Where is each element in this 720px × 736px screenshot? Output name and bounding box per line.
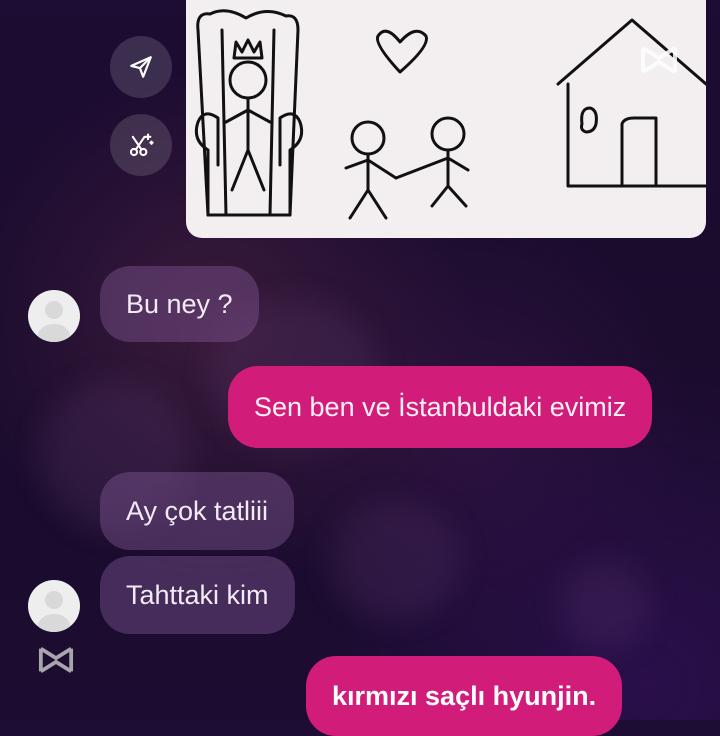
avatar-placeholder-icon [38, 591, 70, 632]
background-bokeh [560, 560, 650, 650]
share-button[interactable] [110, 36, 172, 98]
message-incoming[interactable]: Tahttaki kim [100, 556, 295, 634]
capcut-logo-icon [641, 46, 677, 74]
message-outgoing[interactable]: kırmızı saçlı hyunjin. [306, 656, 623, 736]
drawing-illustration [194, 9, 706, 220]
message-text: kırmızı saçlı hyunjin. [332, 680, 597, 711]
edit-button[interactable] [110, 114, 172, 176]
paper-plane-icon [130, 56, 152, 78]
shared-drawing-image[interactable] [186, 0, 706, 238]
message-text: Tahttaki kim [126, 579, 269, 610]
message-text: Sen ben ve İstanbuldaki evimiz [254, 391, 627, 422]
message-text: Ay çok tatliii [126, 495, 269, 526]
background-bokeh [330, 500, 460, 620]
scissors-sparkle-icon [129, 133, 154, 157]
capcut-logo-icon [38, 647, 74, 673]
message-outgoing[interactable]: Sen ben ve İstanbuldaki evimiz [228, 366, 653, 448]
message-text: Bu ney ? [126, 288, 233, 319]
avatar-placeholder-icon [38, 301, 70, 342]
contact-avatar[interactable] [28, 290, 80, 342]
contact-avatar[interactable] [28, 580, 80, 632]
message-incoming[interactable]: Ay çok tatliii [100, 472, 295, 550]
message-incoming[interactable]: Bu ney ? [100, 266, 259, 342]
